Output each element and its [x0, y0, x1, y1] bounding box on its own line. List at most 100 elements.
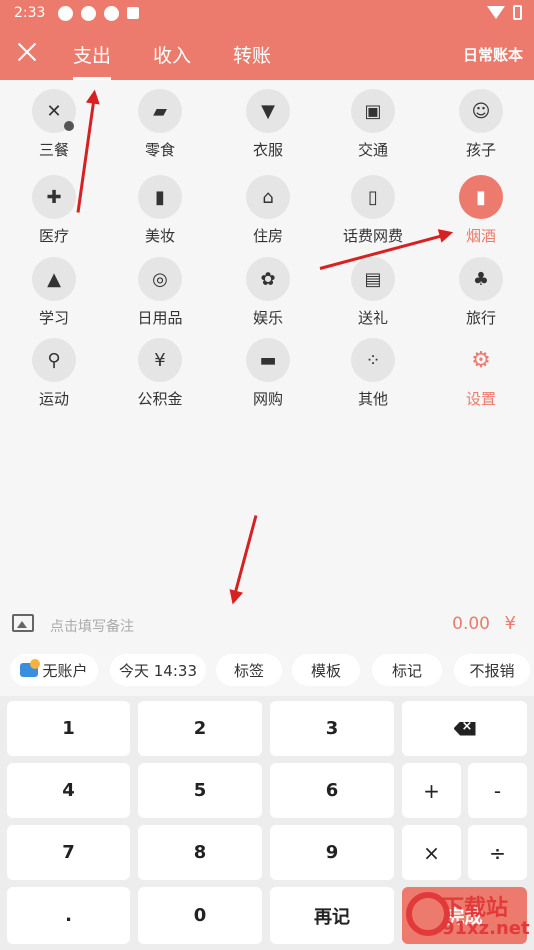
shopping-cart-icon: ▬ [246, 338, 290, 382]
key-2[interactable]: 2 [138, 701, 262, 756]
key-6[interactable]: 6 [270, 763, 394, 818]
tissue-roll-icon: ◎ [138, 257, 182, 301]
key-3[interactable]: 3 [270, 701, 394, 756]
record-again-key[interactable]: 再记 [270, 887, 394, 944]
category-label: 烟酒 [465, 227, 496, 245]
app-notification-icon [81, 6, 96, 21]
note-input[interactable]: 点击填写备注 [50, 616, 134, 636]
option-chips: 无账户 今天 14:33 标签 模板 标记 不报销 [0, 654, 534, 686]
category-label: 零食 [144, 141, 175, 159]
fork-knife-icon: ✕ [32, 89, 76, 133]
category-label: 设置 [465, 390, 496, 408]
gear-icon: ⚙ [471, 347, 491, 373]
tab-income[interactable]: 收入 [153, 41, 191, 68]
category-label: 网购 [252, 390, 283, 408]
no-reimburse-chip[interactable]: 不报销 [454, 654, 530, 686]
category-label: 旅行 [465, 309, 496, 327]
tobacco-wine-icon: ▮ [459, 175, 503, 219]
top-bar: 支出 收入 转账 日常账本 [0, 28, 534, 80]
category-label: 话费网费 [342, 227, 403, 245]
category-cosmetics[interactable]: ▮ 美妆 [110, 175, 210, 246]
note-row: 点击填写备注 0.00 ¥ [0, 606, 534, 642]
category-label: 娱乐 [252, 309, 283, 327]
wifi-icon [487, 6, 505, 19]
plus-key[interactable]: + [402, 763, 461, 818]
account-chip[interactable]: 无账户 [10, 654, 98, 686]
category-label: 医疗 [38, 227, 69, 245]
category-label: 衣服 [252, 141, 283, 159]
multiply-key[interactable]: × [402, 825, 461, 880]
key-9[interactable]: 9 [270, 825, 394, 880]
four-dots-icon: ⁘ [351, 338, 395, 382]
decimal-key[interactable]: . [7, 887, 130, 944]
category-entertainment[interactable]: ✿ 娱乐 [218, 257, 318, 328]
category-sports[interactable]: ⚲ 运动 [4, 338, 104, 409]
key-0[interactable]: 0 [138, 887, 262, 944]
date-chip[interactable]: 今天 14:33 [110, 654, 206, 686]
currency-symbol[interactable]: ¥ [505, 613, 516, 634]
app-notification-icon [104, 6, 119, 21]
category-kids[interactable]: ☺ 孩子 [431, 89, 531, 160]
app-notification-icon [127, 7, 139, 19]
category-gifts[interactable]: ▤ 送礼 [323, 257, 423, 328]
category-label: 交通 [357, 141, 388, 159]
add-image-icon[interactable] [12, 614, 34, 632]
category-phone-internet[interactable]: ▯ 话费网费 [323, 175, 423, 246]
category-snacks[interactable]: ▰ 零食 [110, 89, 210, 160]
key-1[interactable]: 1 [7, 701, 130, 756]
lipstick-icon: ▮ [138, 175, 182, 219]
category-settings[interactable]: ⚙ 设置 [431, 338, 531, 409]
template-chip[interactable]: 模板 [292, 654, 360, 686]
notification-icons [58, 6, 139, 21]
category-travel[interactable]: ♣ 旅行 [431, 257, 531, 328]
mark-chip[interactable]: 标记 [372, 654, 442, 686]
wallet-icon [20, 659, 41, 677]
category-label: 三餐 [38, 141, 69, 159]
app-notification-icon [58, 6, 73, 21]
watermark-logo: 下载站 91xz.net [406, 886, 530, 946]
category-housing[interactable]: ⌂ 住房 [218, 175, 318, 246]
house-icon: ⌂ [246, 175, 290, 219]
backspace-icon [453, 721, 476, 736]
category-online-shopping[interactable]: ▬ 网购 [218, 338, 318, 409]
house-fund-icon: ¥ [138, 338, 182, 382]
student-icon: ▲ [32, 257, 76, 301]
amount-display: 0.00 [452, 614, 490, 634]
medicine-bottle-icon: ✚ [32, 175, 76, 219]
category-label: 公积金 [137, 390, 183, 408]
bus-icon: ▣ [351, 89, 395, 133]
category-label: 运动 [38, 390, 69, 408]
category-medical[interactable]: ✚ 医疗 [4, 175, 104, 246]
watermark-url: 91xz.net [442, 918, 530, 939]
category-housing-fund[interactable]: ¥ 公积金 [110, 338, 210, 409]
tab-expense[interactable]: 支出 [73, 41, 112, 80]
annotation-arrow [231, 515, 258, 601]
cycling-icon: ⚲ [32, 338, 76, 382]
category-transport[interactable]: ▣ 交通 [323, 89, 423, 160]
category-other[interactable]: ⁘ 其他 [323, 338, 423, 409]
tab-transfer[interactable]: 转账 [233, 41, 271, 68]
close-icon[interactable] [14, 39, 40, 65]
tag-chip[interactable]: 标签 [216, 654, 282, 686]
category-study[interactable]: ▲ 学习 [4, 257, 104, 328]
key-4[interactable]: 4 [7, 763, 130, 818]
baby-face-icon: ☺ [459, 89, 503, 133]
ledger-selector[interactable]: 日常账本 [463, 44, 523, 65]
minus-key[interactable]: - [468, 763, 527, 818]
category-label: 孩子 [465, 141, 496, 159]
category-label: 送礼 [357, 309, 388, 327]
category-label: 美妆 [144, 227, 175, 245]
category-label: 住房 [252, 227, 283, 245]
battery-icon [513, 5, 522, 20]
backspace-key[interactable] [402, 701, 527, 756]
category-clothes[interactable]: ▼ 衣服 [218, 89, 318, 160]
key-5[interactable]: 5 [138, 763, 262, 818]
key-7[interactable]: 7 [7, 825, 130, 880]
category-daily-goods[interactable]: ◎ 日用品 [110, 257, 210, 328]
film-reel-icon: ✿ [246, 257, 290, 301]
palm-tree-icon: ♣ [459, 257, 503, 301]
key-8[interactable]: 8 [138, 825, 262, 880]
divide-key[interactable]: ÷ [468, 825, 527, 880]
cupcake-icon: ▰ [138, 89, 182, 133]
shirt-icon: ▼ [246, 89, 290, 133]
